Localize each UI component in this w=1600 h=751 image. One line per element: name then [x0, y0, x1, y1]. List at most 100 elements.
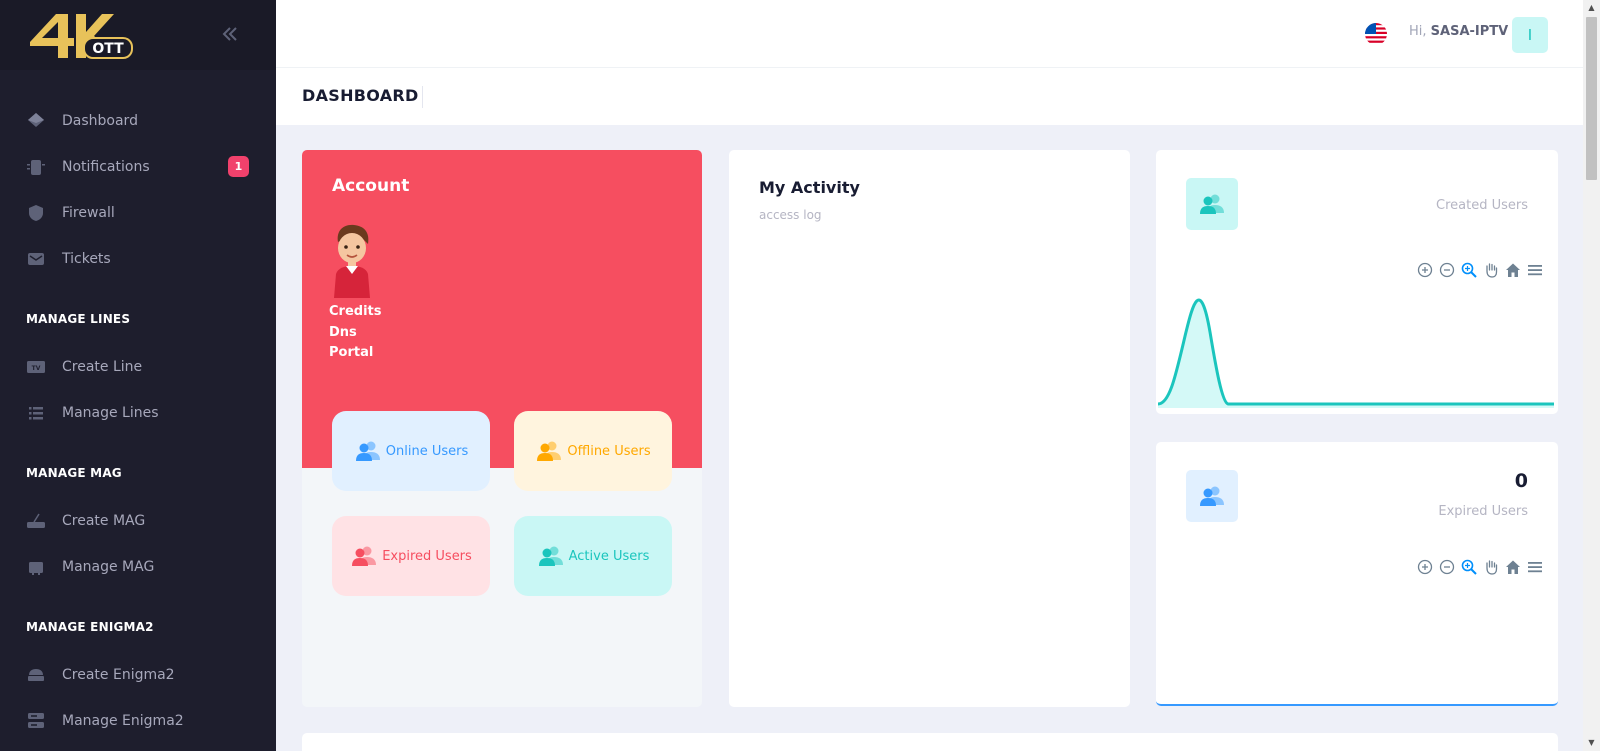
us-flag-icon[interactable]: [1365, 23, 1387, 45]
username: SASA-IPTV: [1430, 24, 1509, 39]
sidebar: OTT Dashboard Notifications 1 Firewall T…: [0, 0, 276, 751]
sidebar-item-label: Tickets: [62, 251, 111, 267]
users-icon: [352, 546, 377, 566]
notifications-badge: 1: [228, 156, 249, 177]
sidebar-item-manage-enigma2[interactable]: Manage Enigma2: [0, 698, 276, 744]
pan-hand-icon[interactable]: [1482, 558, 1500, 576]
box-icon: [26, 557, 46, 577]
expired-users-tile-label: Expired Users: [382, 548, 472, 564]
account-credits-label: Credits: [329, 304, 382, 319]
offline-users-tile[interactable]: Offline Users: [514, 411, 672, 491]
pan-hand-icon[interactable]: [1482, 261, 1500, 279]
offline-users-label: Offline Users: [567, 443, 651, 459]
chart-toolbar: [1416, 261, 1544, 279]
sidebar-item-tickets[interactable]: Tickets: [0, 236, 276, 282]
server-icon: [26, 711, 46, 731]
zoom-select-icon[interactable]: [1460, 558, 1478, 576]
menu-icon[interactable]: [1526, 261, 1544, 279]
title-divider: [422, 86, 423, 108]
section-title-manage-mag: MANAGE MAG: [26, 466, 122, 480]
sidebar-item-label: Notifications: [62, 159, 150, 175]
online-users-tile[interactable]: Online Users: [332, 411, 490, 491]
created-users-label: Created Users: [1436, 198, 1528, 213]
active-users-tile[interactable]: Active Users: [514, 516, 672, 596]
activity-title: My Activity: [759, 178, 860, 197]
sidebar-item-create-mag[interactable]: Create MAG: [0, 498, 276, 544]
svg-text:OTT: OTT: [92, 41, 124, 57]
chart-toolbar: [1416, 558, 1544, 576]
sidebar-item-label: Create MAG: [62, 513, 146, 529]
scroll-down-icon[interactable]: ▼: [1587, 738, 1596, 747]
page-scrollbar[interactable]: ▲ ▼: [1583, 0, 1600, 751]
sidebar-brand: OTT: [0, 0, 276, 70]
sidebar-item-dashboard[interactable]: Dashboard: [0, 98, 276, 144]
users-icon: [537, 441, 562, 461]
zoom-out-icon[interactable]: [1438, 261, 1456, 279]
activity-subtitle: access log: [759, 208, 822, 222]
zoom-in-icon[interactable]: [1416, 558, 1434, 576]
expired-users-value: 0: [1514, 470, 1528, 492]
top-header: Hi, SASA-IPTV I: [276, 0, 1583, 68]
svg-text:TV: TV: [32, 365, 41, 372]
menu-icon[interactable]: [1526, 558, 1544, 576]
sidebar-item-notifications[interactable]: Notifications 1: [0, 144, 276, 190]
tv-icon: TV: [26, 357, 46, 377]
home-icon[interactable]: [1504, 558, 1522, 576]
sidebar-item-label: Dashboard: [62, 113, 138, 129]
sidebar-item-label: Firewall: [62, 205, 115, 221]
router-icon: [26, 511, 46, 531]
sidebar-nav: Dashboard Notifications 1 Firewall Ticke…: [0, 98, 276, 744]
created-users-area: [1158, 300, 1554, 408]
scroll-thumb[interactable]: [1586, 17, 1597, 180]
user-avatar-illustration-icon: [334, 224, 370, 298]
users-icon: [1186, 178, 1238, 230]
sidebar-item-label: Create Line: [62, 359, 143, 375]
envelope-icon: [26, 249, 46, 269]
receiver-icon: [26, 665, 46, 685]
account-card: Account Credits Dns Portal Online Users …: [302, 150, 702, 707]
scroll-up-icon[interactable]: ▲: [1587, 3, 1596, 12]
expired-users-card: 0 Expired Users: [1156, 442, 1558, 706]
avatar[interactable]: I: [1512, 17, 1548, 53]
zoom-in-icon[interactable]: [1416, 261, 1434, 279]
sidebar-item-firewall[interactable]: Firewall: [0, 190, 276, 236]
sidebar-item-create-enigma2[interactable]: Create Enigma2: [0, 652, 276, 698]
sidebar-item-label: Manage MAG: [62, 559, 155, 575]
created-users-chart: [1157, 298, 1554, 408]
section-title-manage-lines: MANAGE LINES: [26, 312, 131, 326]
double-chevron-left-icon[interactable]: [218, 22, 242, 46]
bottom-card: [302, 733, 1558, 751]
zoom-out-icon[interactable]: [1438, 558, 1456, 576]
section-title-manage-enigma2: MANAGE ENIGMA2: [26, 620, 154, 634]
brand-logo[interactable]: OTT: [26, 8, 136, 62]
shield-icon: [26, 203, 46, 223]
account-details: Credits Dns Portal: [329, 302, 381, 364]
sidebar-item-label: Create Enigma2: [62, 667, 175, 683]
activity-card: My Activity access log: [729, 150, 1130, 707]
home-icon[interactable]: [1504, 261, 1522, 279]
list-icon: [26, 403, 46, 423]
zoom-select-icon[interactable]: [1460, 261, 1478, 279]
greeting-prefix: Hi,: [1409, 24, 1427, 39]
users-icon: [1186, 470, 1238, 522]
sidebar-item-manage-mag[interactable]: Manage MAG: [0, 544, 276, 590]
account-dns-label: Dns: [329, 324, 357, 340]
sidebar-item-label: Manage Enigma2: [62, 713, 184, 729]
users-icon: [538, 546, 563, 566]
account-title: Account: [332, 176, 410, 196]
account-portal-label: Portal: [329, 345, 374, 360]
subheader: DASHBOARD: [276, 68, 1583, 125]
users-icon: [355, 441, 380, 461]
dashboard-icon: [26, 111, 46, 131]
active-users-label: Active Users: [568, 548, 650, 564]
page-title: DASHBOARD: [302, 86, 419, 105]
sidebar-item-manage-lines[interactable]: Manage Lines: [0, 390, 276, 436]
online-users-label: Online Users: [385, 443, 469, 459]
expired-users-tile[interactable]: Expired Users: [332, 516, 490, 596]
created-users-card: Created Users: [1156, 150, 1558, 414]
expired-users-label: Expired Users: [1438, 504, 1528, 519]
sidebar-item-label: Manage Lines: [62, 405, 159, 421]
user-greeting[interactable]: Hi, SASA-IPTV: [1409, 24, 1508, 39]
notifications-icon: [26, 157, 46, 177]
sidebar-item-create-line[interactable]: TV Create Line: [0, 344, 276, 390]
